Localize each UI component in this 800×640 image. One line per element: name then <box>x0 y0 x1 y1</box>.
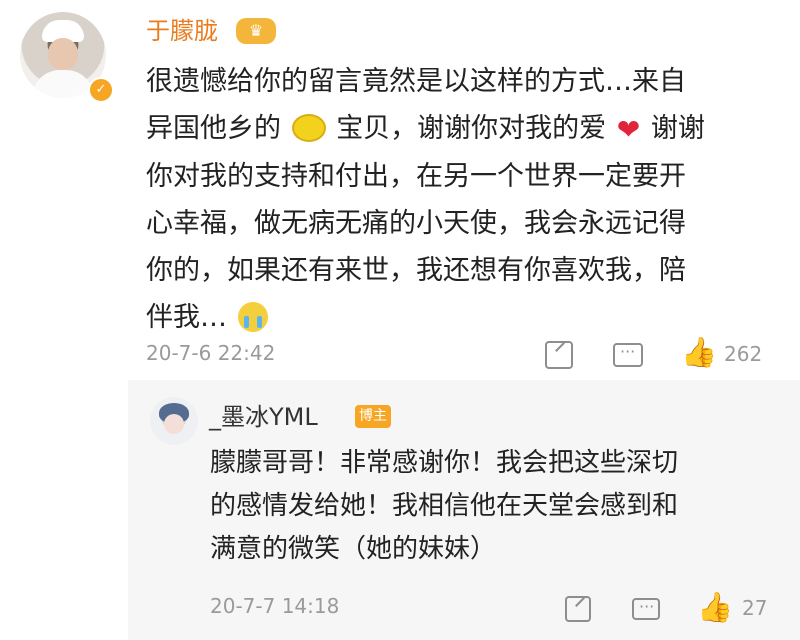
blogger-badge: 博主 <box>355 405 391 428</box>
reply-author-avatar[interactable] <box>150 397 198 445</box>
like-count: 262 <box>724 342 763 366</box>
comment-text: 很遗憾给你的留言竟然是以这样的方式…来自 异国他乡的 宝贝，谢谢你对我的爱 ❤ … <box>146 58 786 341</box>
reply-timestamp: 20-7-7 14:18 <box>210 594 340 618</box>
comment-icon[interactable] <box>613 342 643 367</box>
reply-line-3: 满意的微笑（她的妹妹） <box>210 534 497 564</box>
avatar-shirt-shape <box>32 70 94 98</box>
reply-like-count: 27 <box>742 596 768 620</box>
reply-author-name[interactable]: _墨冰YML <box>209 402 318 432</box>
thumbs-up-icon[interactable]: 👍 <box>697 592 733 622</box>
comment-line-3: 你对我的支持和付出，在另一个世界一定要开 <box>146 161 686 192</box>
comment-line-4: 心幸福，做无病无痛的小天使，我会永远记得 <box>146 208 686 239</box>
thumbs-up-icon[interactable]: 👍 <box>681 337 717 367</box>
reply-line-2: 的感情发给她！我相信他在天堂会感到和 <box>210 491 679 521</box>
lemon-emoji <box>291 113 326 142</box>
comment-text-segment: 谢谢 <box>650 113 705 144</box>
share-icon[interactable] <box>565 596 591 622</box>
comment-line-2: 异国他乡的 宝贝，谢谢你对我的爱 ❤ 谢谢 <box>146 105 786 153</box>
comment-line-1: 很遗憾给你的留言竟然是以这样的方式…来自 <box>146 66 686 97</box>
comment-author-name[interactable]: 于朦胧 <box>146 16 218 46</box>
comment-line-5: 你的，如果还有来世，我还想有你喜欢我，陪 <box>146 255 686 286</box>
crown-badge-icon: ♛ <box>236 18 276 44</box>
comment-text-segment: 宝贝，谢谢你对我的爱 <box>336 113 607 144</box>
reply-avatar-face-shape <box>164 414 184 434</box>
verified-badge-icon: ✓ <box>88 77 114 103</box>
share-icon[interactable] <box>545 341 573 369</box>
comment-timestamp: 20-7-6 22:42 <box>146 341 276 365</box>
avatar-face-shape <box>48 38 78 70</box>
comment-text-segment: 异国他乡的 <box>146 113 281 144</box>
comment-icon[interactable] <box>632 597 660 620</box>
heart-emoji: ❤ <box>616 113 641 146</box>
reply-text: 朦朦哥哥！非常感谢你！我会把这些深切 的感情发给她！我相信他在天堂会感到和 满意… <box>210 442 790 571</box>
comment-text-segment: 伴我… <box>146 302 227 333</box>
crying-emoji <box>237 301 268 332</box>
reply-line-1: 朦朦哥哥！非常感谢你！我会把这些深切 <box>210 448 679 478</box>
comment-line-6: 伴我… <box>146 294 786 341</box>
